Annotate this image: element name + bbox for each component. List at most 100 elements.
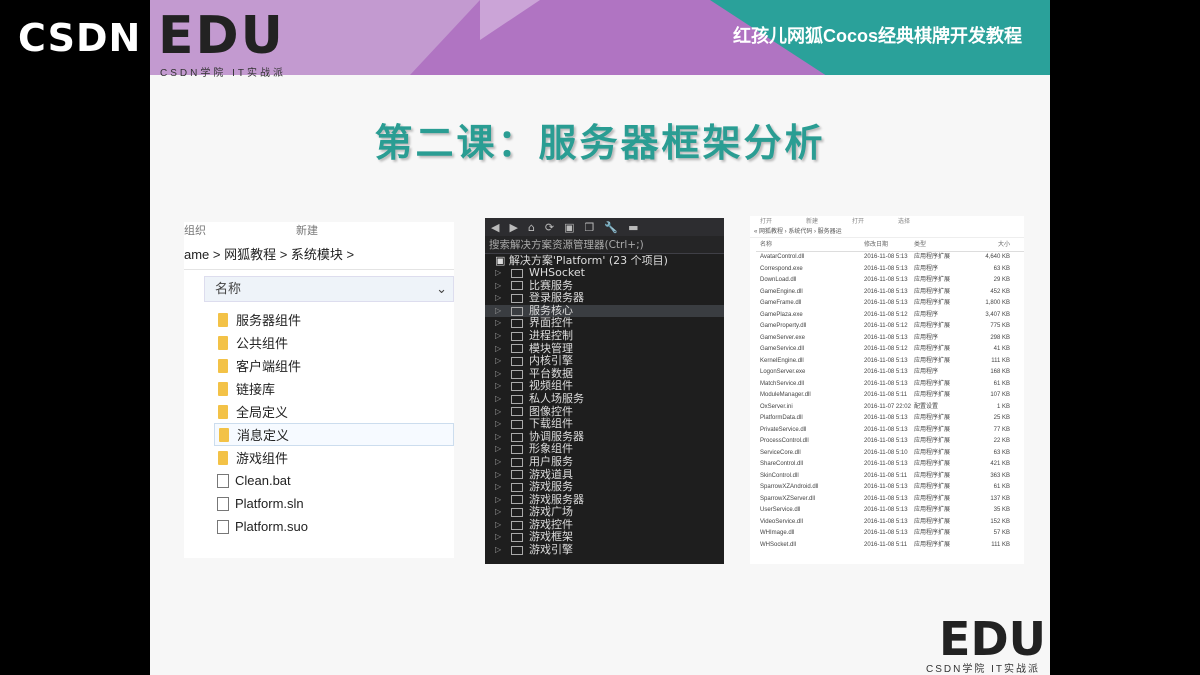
table-row[interactable]: GameEngine.dll 2016-11-08 5:13 应用程序扩展 452 K…: [756, 287, 1024, 299]
table-row[interactable]: LogonServer.exe 2016-11-08 5:13 应用程序 168 KB: [756, 367, 1024, 379]
collapse-icon[interactable]: ▣: [564, 221, 574, 234]
list-item[interactable]: 全局定义: [214, 400, 454, 423]
expand-icon[interactable]: ▷: [485, 456, 505, 469]
project-item[interactable]: ▷ 比赛服务: [485, 279, 724, 293]
chevron-down-icon[interactable]: ⌄: [436, 277, 447, 301]
project-item[interactable]: ▷ 内核引擎: [485, 355, 724, 368]
list-item[interactable]: 链接库: [214, 377, 454, 400]
expand-icon[interactable]: ▷: [485, 531, 505, 544]
table-row[interactable]: VideoService.dll 2016-11-08 5:13 应用程序扩展 152…: [756, 517, 1024, 529]
list-item[interactable]: 公共组件: [214, 331, 454, 354]
table-row[interactable]: Correspond.exe 2016-11-08 5:13 应用程序 63 KB: [756, 264, 1024, 276]
ribbon-tab[interactable]: 打开: [760, 216, 772, 226]
project-item[interactable]: ▷ 下载组件: [485, 418, 724, 431]
list-item[interactable]: 服务器组件: [214, 308, 454, 331]
table-row[interactable]: GameProperty.dll 2016-11-08 5:12 应用程序扩展 775…: [756, 321, 1024, 333]
file-breadcrumb[interactable]: « 网狐教程 › 系统代码 › 服务器运: [750, 226, 1024, 238]
ribbon-tab[interactable]: 选择: [898, 216, 910, 226]
back-icon[interactable]: ◀: [491, 221, 499, 234]
table-row[interactable]: ModuleManager.dll 2016-11-08 5:11 应用程序扩展 10…: [756, 390, 1024, 402]
expand-icon[interactable]: ▷: [485, 443, 505, 456]
project-item[interactable]: ▷ 模块管理: [485, 342, 724, 356]
minimize-icon[interactable]: ▬: [628, 221, 638, 234]
table-row[interactable]: MatchService.dll 2016-11-08 5:13 应用程序扩展 61 …: [756, 379, 1024, 391]
table-row[interactable]: SparrowXZServer.dll 2016-11-08 5:13 应用程序扩展…: [756, 494, 1024, 506]
table-row[interactable]: GameService.dll 2016-11-08 5:12 应用程序扩展 41 K…: [756, 344, 1024, 356]
table-row[interactable]: ServiceCore.dll 2016-11-08 5:10 应用程序扩展 63 K…: [756, 448, 1024, 460]
table-row[interactable]: GamePlaza.exe 2016-11-08 5:12 应用程序 3,407 KB: [756, 310, 1024, 322]
project-item[interactable]: ▷ WHSocket: [485, 266, 724, 280]
list-item[interactable]: Clean.bat: [214, 469, 454, 492]
col-date[interactable]: 修改日期: [864, 238, 914, 251]
expand-icon[interactable]: ▷: [485, 506, 505, 519]
forward-icon[interactable]: ▶: [509, 221, 517, 234]
expand-icon[interactable]: ▷: [485, 380, 505, 393]
project-item[interactable]: ▷ 登录服务器: [485, 292, 724, 305]
table-row[interactable]: SkinControl.dll 2016-11-08 5:11 应用程序扩展 363 …: [756, 471, 1024, 483]
expand-icon[interactable]: ▷: [485, 267, 505, 280]
explorer-tab[interactable]: 组织: [184, 222, 206, 236]
expand-icon[interactable]: ▷: [485, 355, 505, 368]
project-item[interactable]: ▷ 界面控件: [485, 317, 724, 330]
table-row[interactable]: PlatformData.dll 2016-11-08 5:13 应用程序扩展 25 …: [756, 413, 1024, 425]
expand-icon[interactable]: ▷: [485, 292, 505, 305]
expand-icon[interactable]: ▷: [485, 280, 505, 293]
expand-icon[interactable]: ▷: [485, 481, 505, 494]
expand-icon[interactable]: ▷: [485, 431, 505, 444]
table-row[interactable]: ProcessControl.dll 2016-11-08 5:13 应用程序扩展 2…: [756, 436, 1024, 448]
table-row[interactable]: GameFrame.dll 2016-11-08 5:13 应用程序扩展 1,800 …: [756, 298, 1024, 310]
table-row[interactable]: KernelEngine.dll 2016-11-08 5:13 应用程序扩展 111…: [756, 356, 1024, 368]
list-item[interactable]: 客户端组件: [214, 354, 454, 377]
expand-icon[interactable]: ▷: [485, 393, 505, 406]
table-row[interactable]: OxServer.ini 2016-11-07 22:02 配置设置 1 KB: [756, 402, 1024, 414]
col-name[interactable]: 名称: [756, 238, 864, 251]
breadcrumb[interactable]: ame > 网狐教程 > 系统模块 >: [184, 236, 454, 270]
expand-icon[interactable]: ▷: [485, 544, 505, 557]
expand-icon[interactable]: ▷: [485, 317, 505, 330]
project-item[interactable]: ▷ 视频组件: [485, 380, 724, 393]
table-row[interactable]: UserService.dll 2016-11-08 5:13 应用程序扩展 35 K…: [756, 505, 1024, 517]
project-item[interactable]: ▷ 服务核心: [485, 304, 724, 318]
expand-icon[interactable]: ▷: [485, 469, 505, 482]
expand-icon[interactable]: ▷: [485, 418, 505, 431]
table-row[interactable]: WHSocket.dll 2016-11-08 5:11 应用程序扩展 111 KB: [756, 540, 1024, 552]
table-row[interactable]: ShareControl.dll 2016-11-08 5:13 应用程序扩展 421…: [756, 459, 1024, 471]
home-icon[interactable]: ⌂: [528, 221, 535, 234]
project-item[interactable]: ▷ 游戏道具: [485, 468, 724, 482]
project-item[interactable]: ▷ 进程控制: [485, 329, 724, 343]
expand-icon[interactable]: ▷: [485, 305, 505, 318]
project-item[interactable]: ▷ 用户服务: [485, 455, 724, 469]
solution-search-input[interactable]: 搜索解决方案资源管理器(Ctrl+;): [485, 236, 724, 254]
list-item[interactable]: Platform.sln: [214, 492, 454, 515]
project-item[interactable]: ▷ 游戏控件: [485, 518, 724, 532]
wrench-icon[interactable]: 🔧: [604, 221, 618, 234]
list-item[interactable]: Platform.suo: [214, 515, 454, 538]
expand-icon[interactable]: ▷: [485, 406, 505, 419]
table-row[interactable]: PrivateService.dll 2016-11-08 5:13 应用程序扩展 7…: [756, 425, 1024, 437]
project-item[interactable]: ▷ 协调服务器: [485, 430, 724, 444]
files-icon[interactable]: ❐: [585, 221, 595, 234]
ribbon-tab[interactable]: 新建: [806, 216, 818, 226]
col-size[interactable]: 大小: [962, 238, 1010, 251]
table-row[interactable]: SparrowXZAndroid.dll 2016-11-08 5:13 应用程序扩…: [756, 482, 1024, 494]
name-column-header[interactable]: 名称 ⌄: [204, 276, 454, 302]
sync-icon[interactable]: ⟳: [545, 221, 554, 234]
table-row[interactable]: DownLoad.dll 2016-11-08 5:13 应用程序扩展 29 KB: [756, 275, 1024, 287]
explorer-tab[interactable]: 新建: [296, 222, 318, 236]
expand-icon[interactable]: ▷: [485, 494, 505, 507]
solution-root[interactable]: ▣ 解决方案'Platform' (23 个项目): [485, 254, 724, 267]
ribbon-tab[interactable]: 打开: [852, 216, 864, 226]
project-item[interactable]: ▷ 游戏框架: [485, 531, 724, 544]
expand-icon[interactable]: ▷: [485, 368, 505, 381]
table-row[interactable]: WHImage.dll 2016-11-08 5:13 应用程序扩展 57 KB: [756, 528, 1024, 540]
table-row[interactable]: AvatarControl.dll 2016-11-08 5:13 应用程序扩展 4,…: [756, 252, 1024, 264]
project-item[interactable]: ▷ 游戏服务: [485, 480, 724, 494]
project-item[interactable]: ▷ 私人场服务: [485, 392, 724, 406]
col-type[interactable]: 类型: [914, 238, 962, 251]
project-item[interactable]: ▷ 平台数据: [485, 367, 724, 381]
list-item[interactable]: 游戏组件: [214, 446, 454, 469]
project-item[interactable]: ▷ 图像控件: [485, 405, 724, 419]
project-item[interactable]: ▷ 形象组件: [485, 443, 724, 456]
list-item[interactable]: 消息定义: [214, 423, 454, 446]
project-item[interactable]: ▷ 游戏广场: [485, 506, 724, 519]
